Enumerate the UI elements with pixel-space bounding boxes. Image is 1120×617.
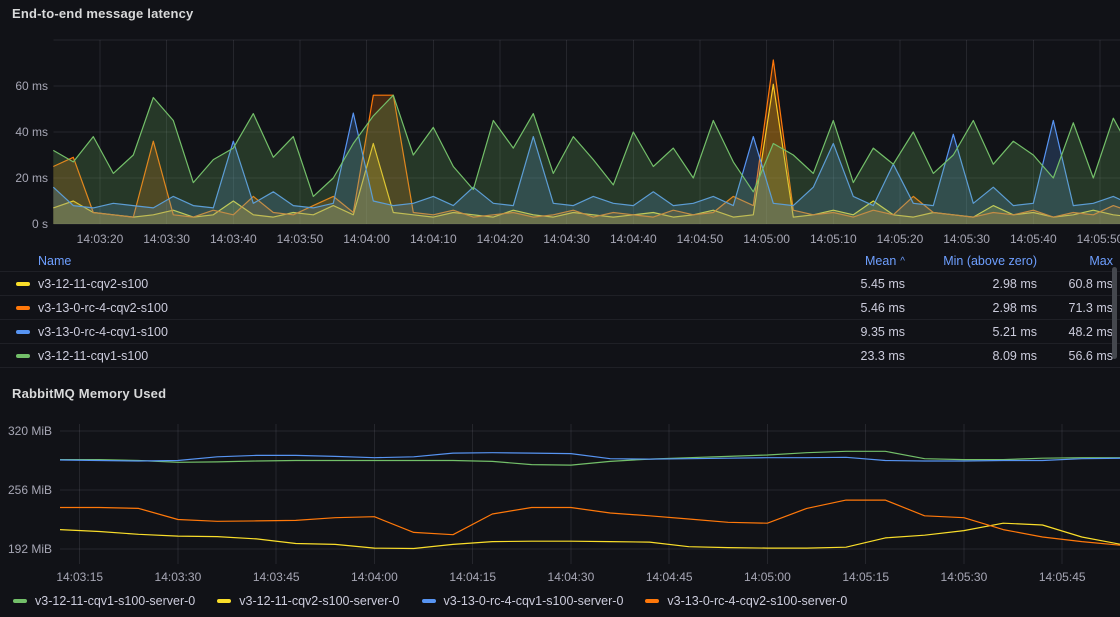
- min-value: 8.09 ms: [905, 349, 1037, 363]
- x-tick-label: 14:04:00: [343, 232, 390, 246]
- series-color-chip: [422, 599, 436, 603]
- mean-value: 5.45 ms: [785, 277, 905, 291]
- mean-value: 5.46 ms: [785, 301, 905, 315]
- series-name: v3-13-0-rc-4-cqv2-s100: [38, 301, 168, 315]
- latency-panel-title: End-to-end message latency: [12, 6, 193, 21]
- memory-panel-title: RabbitMQ Memory Used: [12, 386, 166, 401]
- memory-legend: v3-12-11-cqv1-s100-server-0 v3-12-11-cqv2…: [13, 594, 847, 608]
- x-tick-label: 14:05:30: [941, 570, 988, 584]
- legend-column-header-max[interactable]: Max: [1037, 254, 1113, 268]
- series-plots: [53, 60, 1120, 224]
- x-tick-label: 14:04:45: [646, 570, 693, 584]
- y-tick-label: 20 ms: [15, 171, 48, 185]
- mean-value: 23.3 ms: [785, 349, 905, 363]
- x-tick-label: 14:03:30: [143, 232, 190, 246]
- legend-table-scrollbar[interactable]: [1112, 267, 1117, 359]
- series-name: v3-12-11-cqv2-s100: [38, 277, 148, 291]
- y-tick-label: 40 ms: [15, 125, 48, 139]
- series-color-chip: [16, 282, 30, 286]
- max-value: 60.8 ms: [1037, 277, 1113, 291]
- x-tick-label: 14:04:50: [677, 232, 724, 246]
- axis-labels: 14:03:15 14:03:30 14:03:45 14:04:00 14:04:15…: [8, 424, 1086, 584]
- x-tick-label: 14:05:10: [810, 232, 857, 246]
- series-name: v3-13-0-rc-4-cqv1-s100-server-0: [444, 594, 624, 608]
- series-toggle[interactable]: v3-13-0-rc-4-cqv1-s100: [16, 325, 785, 339]
- series-name: v3-12-11-cqv1-s100-server-0: [35, 594, 195, 608]
- max-value: 56.6 ms: [1037, 349, 1113, 363]
- series-color-chip: [16, 306, 30, 310]
- x-tick-label: 14:04:15: [449, 570, 496, 584]
- series-toggle[interactable]: v3-12-11-cqv2-s100: [16, 277, 785, 291]
- x-tick-label: 14:03:45: [253, 570, 300, 584]
- sort-ascending-icon: ^: [900, 256, 905, 267]
- x-tick-label: 14:03:50: [277, 232, 324, 246]
- x-tick-label: 14:05:30: [943, 232, 990, 246]
- x-tick-label: 14:04:30: [548, 570, 595, 584]
- series-line: [60, 523, 1120, 548]
- x-tick-label: 14:03:20: [77, 232, 124, 246]
- series-color-chip: [16, 354, 30, 358]
- x-tick-label: 14:05:00: [744, 570, 791, 584]
- max-value: 48.2 ms: [1037, 325, 1113, 339]
- gridlines: [60, 424, 1120, 564]
- series-line: [60, 500, 1120, 545]
- x-tick-label: 14:05:50: [1077, 232, 1120, 246]
- series-toggle[interactable]: v3-12-11-cqv1-s100: [16, 349, 785, 363]
- memory-chart-canvas[interactable]: 14:03:15 14:03:30 14:03:45 14:04:00 14:04:15…: [0, 390, 1120, 590]
- min-value: 2.98 ms: [905, 277, 1037, 291]
- series-color-chip: [217, 599, 231, 603]
- mean-value: 9.35 ms: [785, 325, 905, 339]
- x-tick-label: 14:04:30: [543, 232, 590, 246]
- legend-table-row: v3-12-11-cqv2-s100 5.45 ms2.98 ms60.8 ms: [0, 271, 1120, 295]
- x-tick-label: 14:05:20: [877, 232, 924, 246]
- x-tick-label: 14:05:15: [842, 570, 889, 584]
- y-tick-label: 192 MiB: [8, 542, 52, 556]
- x-tick-label: 14:04:10: [410, 232, 457, 246]
- legend-table-row: v3-13-0-rc-4-cqv2-s100 5.46 ms2.98 ms71.3…: [0, 295, 1120, 319]
- y-tick-label: 60 ms: [15, 79, 48, 93]
- latency-chart-canvas[interactable]: 14:03:20 14:03:30 14:03:40 14:03:50 14:04:00…: [0, 0, 1120, 250]
- x-tick-label: 14:03:40: [210, 232, 257, 246]
- series-name: v3-13-0-rc-4-cqv2-s100-server-0: [667, 594, 847, 608]
- series-toggle[interactable]: v3-13-0-rc-4-cqv1-s100-server-0: [422, 594, 624, 608]
- y-tick-label: 0 s: [32, 217, 48, 231]
- legend-column-header-min-above-zero-[interactable]: Min (above zero): [905, 254, 1037, 268]
- legend-table-row: v3-13-0-rc-4-cqv1-s100 9.35 ms5.21 ms48.2…: [0, 319, 1120, 343]
- series-toggle[interactable]: v3-13-0-rc-4-cqv2-s100: [16, 301, 785, 315]
- x-tick-label: 14:03:15: [56, 570, 103, 584]
- legend-column-header-name[interactable]: Name: [16, 254, 785, 268]
- x-tick-label: 14:04:40: [610, 232, 657, 246]
- latency-legend-table: NameMean^Min (above zero)Max v3-12-11-cq…: [0, 250, 1120, 368]
- x-tick-label: 14:03:30: [155, 570, 202, 584]
- series-color-chip: [13, 599, 27, 603]
- x-tick-label: 14:05:00: [743, 232, 790, 246]
- series-name: v3-12-11-cqv1-s100: [38, 349, 148, 363]
- series-color-chip: [645, 599, 659, 603]
- max-value: 71.3 ms: [1037, 301, 1113, 315]
- y-tick-label: 256 MiB: [8, 483, 52, 497]
- series-toggle[interactable]: v3-12-11-cqv2-s100-server-0: [217, 594, 399, 608]
- series-toggle[interactable]: v3-13-0-rc-4-cqv2-s100-server-0: [645, 594, 847, 608]
- legend-table-row: v3-12-11-cqv1-s100 23.3 ms8.09 ms56.6 ms: [0, 343, 1120, 367]
- min-value: 2.98 ms: [905, 301, 1037, 315]
- series-toggle[interactable]: v3-12-11-cqv1-s100-server-0: [13, 594, 195, 608]
- x-tick-label: 14:05:45: [1039, 570, 1086, 584]
- series-name: v3-12-11-cqv2-s100-server-0: [239, 594, 399, 608]
- x-tick-label: 14:04:20: [477, 232, 524, 246]
- series-color-chip: [16, 330, 30, 334]
- legend-table-body: v3-12-11-cqv2-s1005.45 ms2.98 ms60.8 msv…: [0, 271, 1120, 367]
- series-line: [60, 451, 1120, 465]
- legend-column-header-mean[interactable]: Mean^: [785, 254, 905, 268]
- series-plots: [60, 451, 1120, 548]
- x-tick-label: 14:05:40: [1010, 232, 1057, 246]
- min-value: 5.21 ms: [905, 325, 1037, 339]
- x-tick-label: 14:04:00: [351, 570, 398, 584]
- y-tick-label: 320 MiB: [8, 424, 52, 438]
- legend-table-header: NameMean^Min (above zero)Max: [0, 250, 1120, 271]
- series-name: v3-13-0-rc-4-cqv1-s100: [38, 325, 168, 339]
